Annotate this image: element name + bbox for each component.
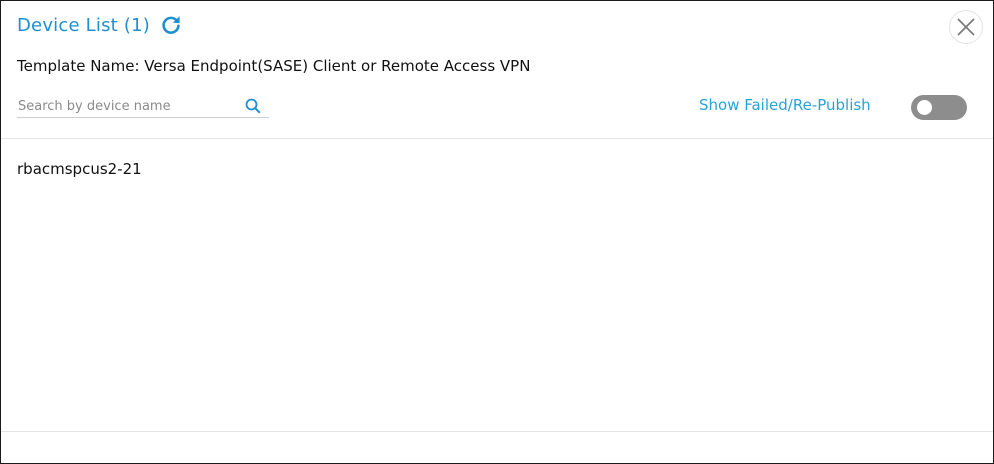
template-name: Template Name: Versa Endpoint(SASE) Clie… [17,57,531,75]
show-failed-label: Show Failed/Re-Publish [699,96,871,114]
close-button[interactable] [949,10,983,44]
close-icon [957,18,975,36]
header-divider [1,138,993,139]
refresh-icon[interactable] [159,13,183,37]
search-field [17,96,269,118]
dialog-title: Device List (1) [17,14,150,36]
footer-divider [1,431,993,432]
search-icon[interactable] [244,97,262,115]
show-failed-toggle[interactable] [911,95,967,120]
device-list-dialog: Device List (1) Template Name: Versa End… [0,0,994,464]
toggle-knob [917,100,932,115]
list-item[interactable]: rbacmspcus2-21 [17,159,977,181]
search-input[interactable] [18,96,236,116]
device-list: rbacmspcus2-21 [17,159,977,181]
dialog-header: Device List (1) [17,13,183,37]
